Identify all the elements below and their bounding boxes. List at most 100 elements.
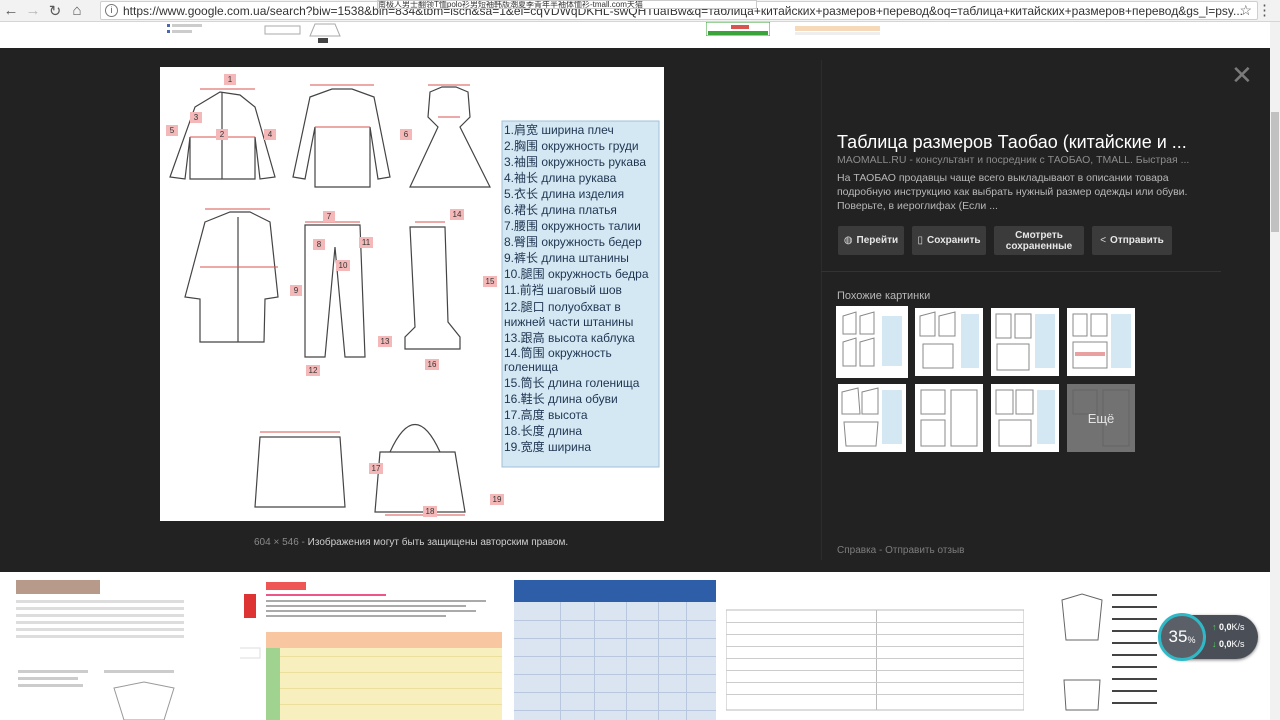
visit-label: Перейти xyxy=(856,235,899,246)
view-saved-label: Смотреть сохраненные xyxy=(1005,229,1073,252)
similar-image[interactable] xyxy=(915,308,983,376)
cpu-gauge: 35% xyxy=(1158,613,1206,661)
back-button[interactable]: ← xyxy=(0,0,22,22)
star-icon[interactable]: ☆ xyxy=(1239,2,1252,19)
legend-line: 13.跟高 высота каблука xyxy=(504,330,635,345)
diagram-label: 8 xyxy=(317,240,322,249)
viewer-footer: Справка - Отправить отзыв xyxy=(837,545,965,556)
home-button[interactable]: ⌂ xyxy=(66,0,88,22)
diagram-label: 16 xyxy=(428,360,437,369)
save-label: Сохранить xyxy=(926,235,981,246)
result-thumbnail[interactable] xyxy=(1052,580,1162,720)
image-description: На ТАОБАО продавцы чаще всего выкладываю… xyxy=(837,172,1188,212)
diagram-label: 1 xyxy=(228,75,233,84)
diagram-label: 14 xyxy=(453,210,462,219)
diagram-label: 17 xyxy=(372,464,381,473)
share-button[interactable]: < Отправить xyxy=(1092,226,1172,255)
globe-icon: ◍ xyxy=(843,235,853,246)
up-arrow-icon: ↑ xyxy=(1212,622,1217,632)
info-icon[interactable]: i xyxy=(105,4,118,17)
legend-line: 8.臀围 окружность бедер xyxy=(504,235,642,249)
similar-image[interactable] xyxy=(1067,308,1135,376)
legend-line: 7.腰围 окружность талии xyxy=(504,219,641,233)
preview-image[interactable]: 1 2 3 4 5 6 7 8 9 10 11 12 13 14 15 16 1… xyxy=(160,67,664,521)
speed-widget[interactable]: 35% ↑ 0,0K/s ↓ 0,0K/s xyxy=(1158,613,1258,661)
share-label: Отправить xyxy=(1110,235,1164,246)
legend-line: 11.前裆 шаговый шов xyxy=(504,282,622,297)
diagram-label: 15 xyxy=(486,277,495,286)
legend-line: нижней части штанины xyxy=(504,315,633,329)
similar-image[interactable] xyxy=(838,384,906,452)
more-label: Ещё xyxy=(1067,384,1135,452)
legend-line: 15.筒长 длина голенища xyxy=(504,375,640,390)
share-icon: < xyxy=(1100,235,1107,246)
diagram-label: 11 xyxy=(362,238,371,247)
more-similar-button[interactable]: Ещё xyxy=(1067,384,1135,452)
gauge-percent: 35 xyxy=(1168,627,1188,646)
legend-line: 18.长度 длина xyxy=(504,423,582,438)
feedback-link[interactable]: Отправить отзыв xyxy=(885,545,964,556)
view-saved-button[interactable]: Смотреть сохраненные xyxy=(994,226,1084,255)
legend-line: 2.胸围 окружность груди xyxy=(504,138,639,153)
diagram-label: 19 xyxy=(493,495,502,504)
page-title[interactable]: Таблица размеров Таобао (китайские и ... xyxy=(837,132,1217,153)
diagram-label: 4 xyxy=(268,130,273,139)
upload-unit: K/s xyxy=(1231,622,1245,632)
result-thumbnail[interactable] xyxy=(260,22,355,44)
result-thumbnail[interactable] xyxy=(240,580,502,720)
diagram-label: 9 xyxy=(294,286,299,295)
close-icon[interactable]: ✕ xyxy=(1231,62,1253,88)
legend-line: 17.高度 высота xyxy=(504,407,588,422)
copyright-notice: Изображения могут быть защищены авторски… xyxy=(307,537,569,548)
result-thumbnail[interactable] xyxy=(706,22,770,36)
legend-line: голенища xyxy=(504,360,558,374)
legend-line: 14.筒围 окружность xyxy=(504,345,612,360)
legend-line: 16.鞋长 длина обуви xyxy=(504,391,618,406)
arrow-left-icon: ← xyxy=(3,2,19,19)
result-thumbnail[interactable] xyxy=(726,580,1024,720)
legend-line: 12.腿口 полуобхват в xyxy=(504,300,621,314)
reload-button[interactable]: ↻ xyxy=(44,0,66,22)
result-thumbnail[interactable] xyxy=(514,580,716,720)
legend-line: 10.腿围 окружность бедра xyxy=(504,267,649,281)
legend-line: 5.衣长 длина изделия xyxy=(504,186,624,201)
diagram-label: 13 xyxy=(381,337,390,346)
page-scrollbar[interactable] xyxy=(1270,22,1280,720)
download-speed: ↓ 0,0K/s xyxy=(1212,639,1245,649)
help-link[interactable]: Справка xyxy=(837,545,876,556)
result-thumbnail[interactable] xyxy=(165,22,225,36)
upload-speed: ↑ 0,0K/s xyxy=(1212,622,1245,632)
image-dimensions: 604 × 546 xyxy=(254,537,299,548)
source-link[interactable]: MAOMALL.RU - консультант и посредник с Т… xyxy=(837,154,1202,166)
gauge-unit: % xyxy=(1187,635,1196,645)
menu-icon[interactable]: ⋮ xyxy=(1257,1,1272,19)
diagram-label: 7 xyxy=(327,212,332,221)
tooltip: 南极人男士翻领T恤polo衫男短袖韩版潮夏季青年半袖体恤衫-tmall.com天… xyxy=(377,0,757,9)
image-viewer: 1 2 3 4 5 6 7 8 9 10 11 12 13 14 15 16 1… xyxy=(0,48,1270,572)
similar-images-heading: Похожие картинки xyxy=(837,290,931,302)
diagram-label: 10 xyxy=(339,261,348,270)
upload-value: 0,0 xyxy=(1219,622,1232,632)
result-thumbnail[interactable] xyxy=(795,22,880,36)
legend-line: 1.肩宽 ширина плеч xyxy=(504,122,614,137)
results-row-top xyxy=(0,22,1270,48)
visit-button[interactable]: ◍ Перейти xyxy=(838,226,904,255)
similar-image[interactable] xyxy=(991,384,1059,452)
legend-line: 3.袖围 окружность рукава xyxy=(504,154,646,169)
panel-separator xyxy=(821,271,1221,272)
bookmark-icon: ▯ xyxy=(917,235,923,246)
similar-image[interactable] xyxy=(991,308,1059,376)
forward-button[interactable]: → xyxy=(22,0,44,22)
diagram-label: 3 xyxy=(194,113,199,122)
legend-line: 6.裙长 длина платья xyxy=(504,203,617,217)
image-caption: 604 × 546 - Изображения могут быть защищ… xyxy=(254,537,569,548)
similar-image[interactable] xyxy=(915,384,983,452)
download-unit: K/s xyxy=(1231,639,1245,649)
result-thumbnail[interactable] xyxy=(14,580,186,720)
scrollbar-thumb[interactable] xyxy=(1271,112,1279,232)
similar-image[interactable] xyxy=(836,306,908,378)
save-button[interactable]: ▯ Сохранить xyxy=(912,226,986,255)
diagram-label: 6 xyxy=(404,130,409,139)
diagram-label: 5 xyxy=(170,126,175,135)
results-row-bottom xyxy=(0,572,1270,720)
